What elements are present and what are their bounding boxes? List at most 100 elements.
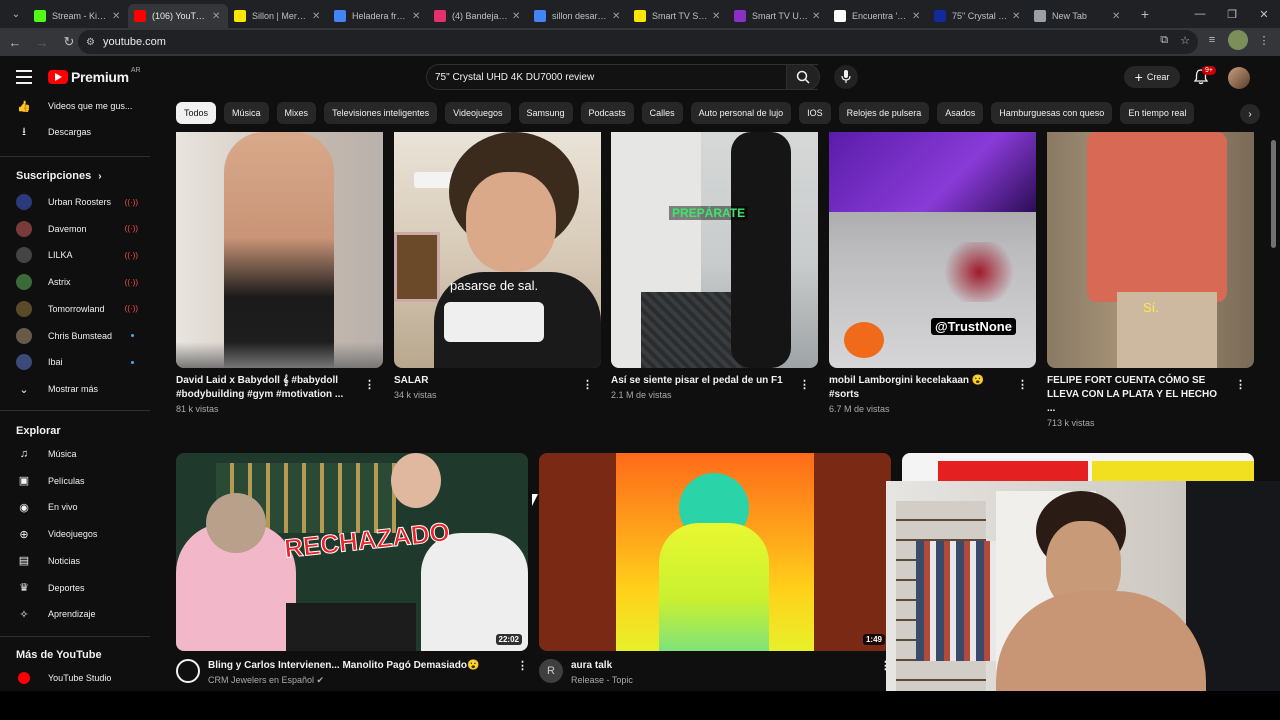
short-thumbnail[interactable]: pasarse de sal. [394, 132, 601, 368]
channel-avatar[interactable]: R [539, 659, 563, 683]
browser-tab[interactable]: Smart TV Sams ✕ [628, 4, 728, 28]
maximize-icon[interactable]: ❐ [1216, 8, 1248, 21]
browser-tab[interactable]: Sillon | Mercad ✕ [228, 4, 328, 28]
close-tab-icon[interactable]: ✕ [212, 11, 222, 22]
sidebar-item-explore[interactable]: ◉ En vivo [16, 495, 146, 519]
browser-menu-icon[interactable]: ⋮ [1254, 30, 1274, 50]
sidebar-item-subscription[interactable]: Chris Bumstead [16, 324, 146, 348]
short-title[interactable]: mobil Lamborgini kecelakaan 😮 #sorts [829, 374, 1009, 402]
short-card[interactable]: David Laid x Babydoll 𝄞 #babydoll #bodyb… [176, 132, 383, 414]
more-options-icon[interactable]: ⋮ [364, 378, 375, 391]
video-title[interactable]: Bling y Carlos Intervienen... Manolito P… [208, 660, 479, 671]
filter-chip[interactable]: Televisiones inteligentes [324, 102, 438, 124]
video-title[interactable]: aura talk [571, 660, 612, 671]
tab-search-icon[interactable]: ⌄ [4, 4, 28, 24]
close-tab-icon[interactable]: ✕ [912, 11, 922, 22]
cast-icon[interactable]: ⧉ [1160, 34, 1168, 47]
more-options-icon[interactable]: ⋮ [582, 378, 593, 391]
short-thumbnail[interactable]: Sí. [1047, 132, 1254, 368]
short-title[interactable]: SALAR [394, 374, 574, 388]
browser-tab[interactable]: New Tab ✕ [1028, 4, 1128, 28]
address-bar[interactable]: ⚙ youtube.com ⧉ ☆ [78, 30, 1198, 54]
short-card[interactable]: Sí. FELIPE FORT CUENTA CÓMO SE LLEVA CON… [1047, 132, 1254, 428]
close-tab-icon[interactable]: ✕ [712, 11, 722, 22]
sidebar-item-explore[interactable]: ♛ Deportes [16, 576, 146, 600]
account-avatar[interactable] [1228, 67, 1250, 89]
filter-chip[interactable]: Todos [176, 102, 217, 124]
short-title[interactable]: FELIPE FORT CUENTA CÓMO SE LLEVA CON LA … [1047, 374, 1227, 416]
short-thumbnail[interactable] [176, 132, 383, 368]
close-window-icon[interactable]: ✕ [1248, 8, 1280, 21]
chips-next-arrow-icon[interactable]: › [1240, 104, 1260, 124]
video-thumbnail[interactable]: 1:49 [539, 453, 891, 651]
show-more-button[interactable]: ⌄ Mostrar más [16, 377, 146, 401]
filter-chip[interactable]: Videojuegos [445, 102, 511, 124]
video-card[interactable]: 1:49 R aura talk Release - Topic ⋮ [539, 453, 891, 685]
short-title[interactable]: David Laid x Babydoll 𝄞 #babydoll #bodyb… [176, 374, 356, 402]
filter-chip[interactable]: Hamburguesas con queso [991, 102, 1113, 124]
back-icon[interactable]: ← [3, 30, 27, 54]
sidebar-item-subscription[interactable]: Urban Roosters ((·)) [16, 190, 146, 214]
channel-name[interactable]: CRM Jewelers en Español ✔ [208, 675, 324, 686]
close-tab-icon[interactable]: ✕ [1112, 11, 1122, 22]
close-tab-icon[interactable]: ✕ [112, 11, 122, 22]
more-options-icon[interactable]: ⋮ [799, 378, 810, 391]
video-thumbnail[interactable] [902, 453, 1254, 483]
search-button[interactable] [786, 64, 820, 90]
filter-chip[interactable]: Música [224, 102, 269, 124]
media-icon[interactable]: ≡ [1202, 30, 1222, 50]
forward-icon[interactable]: → [30, 30, 54, 54]
filter-chip[interactable]: Relojes de pulsera [838, 102, 930, 124]
menu-icon[interactable] [16, 70, 32, 84]
sidebar-item-explore[interactable]: ✧ Aprendizaje [16, 602, 146, 626]
bookmark-star-icon[interactable]: ☆ [1180, 34, 1190, 47]
search-input[interactable]: 75" Crystal UHD 4K DU7000 review ✕ [426, 64, 818, 90]
browser-tab[interactable]: (106) YouTube ✕ [128, 4, 228, 28]
short-title[interactable]: Así se siente pisar el pedal de un F1 [611, 374, 791, 388]
filter-chip[interactable]: IOS [799, 102, 831, 124]
profile-avatar[interactable] [1228, 30, 1248, 50]
more-options-icon[interactable]: ⋮ [517, 659, 528, 672]
sidebar-item-downloads[interactable]: ⭳ Descargas [16, 120, 146, 144]
browser-tab[interactable]: 75" Crystal UH ✕ [928, 4, 1028, 28]
sidebar-item-subscription[interactable]: Ibai [16, 350, 146, 374]
sidebar-item-explore[interactable]: ♫ Música [16, 442, 146, 466]
sidebar-item-explore[interactable]: ⊕ Videojuegos [16, 522, 146, 546]
close-tab-icon[interactable]: ✕ [612, 11, 622, 22]
close-tab-icon[interactable]: ✕ [512, 11, 522, 22]
filter-chip[interactable]: Auto personal de lujo [690, 102, 792, 124]
sidebar-item-subscription[interactable]: Tomorrowland ((·)) [16, 297, 146, 321]
close-tab-icon[interactable]: ✕ [812, 11, 822, 22]
short-thumbnail[interactable]: PREPÁRATE [611, 132, 818, 368]
sidebar-item-explore[interactable]: ▤ Noticias [16, 549, 146, 573]
site-info-icon[interactable]: ⚙ [86, 37, 95, 48]
browser-tab[interactable]: (4) Bandeja de ✕ [428, 4, 528, 28]
sidebar-item-explore[interactable]: ▣ Películas [16, 469, 146, 493]
filter-chip[interactable]: En tiempo real [1120, 102, 1195, 124]
youtube-logo[interactable]: Premium AR [48, 67, 141, 85]
browser-tab[interactable]: Encuentra 'lg o ✕ [828, 4, 928, 28]
browser-tab[interactable]: Smart TV UHD ✕ [728, 4, 828, 28]
short-thumbnail[interactable]: @TrustNone [829, 132, 1036, 368]
more-options-icon[interactable]: ⋮ [1235, 378, 1246, 391]
filter-chip[interactable]: Asados [937, 102, 984, 124]
sidebar-item-subscription[interactable]: LILKA ((·)) [16, 243, 146, 267]
filter-chip[interactable]: Samsung [518, 102, 573, 124]
video-card[interactable]: RECHAZADO 22:02 Bling y Carlos Intervien… [176, 453, 528, 685]
new-tab-button[interactable]: + [1134, 3, 1156, 25]
browser-tab[interactable]: Stream - Kick L ✕ [28, 4, 128, 28]
sidebar-item-youtube-studio[interactable]: YouTube Studio [16, 666, 146, 690]
filter-chip[interactable]: Calles [641, 102, 683, 124]
subscriptions-heading[interactable]: Suscripciones › [16, 170, 102, 182]
browser-tab[interactable]: sillon desarmal ✕ [528, 4, 628, 28]
minimize-icon[interactable]: — [1184, 8, 1216, 20]
sidebar-item-subscription[interactable]: Davemon ((·)) [16, 217, 146, 241]
filter-chip[interactable]: Mixes [276, 102, 317, 124]
close-tab-icon[interactable]: ✕ [1012, 11, 1022, 22]
page-scrollbar[interactable] [1271, 140, 1276, 248]
channel-avatar[interactable] [176, 659, 200, 683]
more-options-icon[interactable]: ⋮ [1017, 378, 1028, 391]
sidebar-item-subscription[interactable]: Astrix ((·)) [16, 270, 146, 294]
channel-name[interactable]: Release - Topic [571, 675, 633, 685]
create-button[interactable]: + Crear [1124, 66, 1180, 88]
